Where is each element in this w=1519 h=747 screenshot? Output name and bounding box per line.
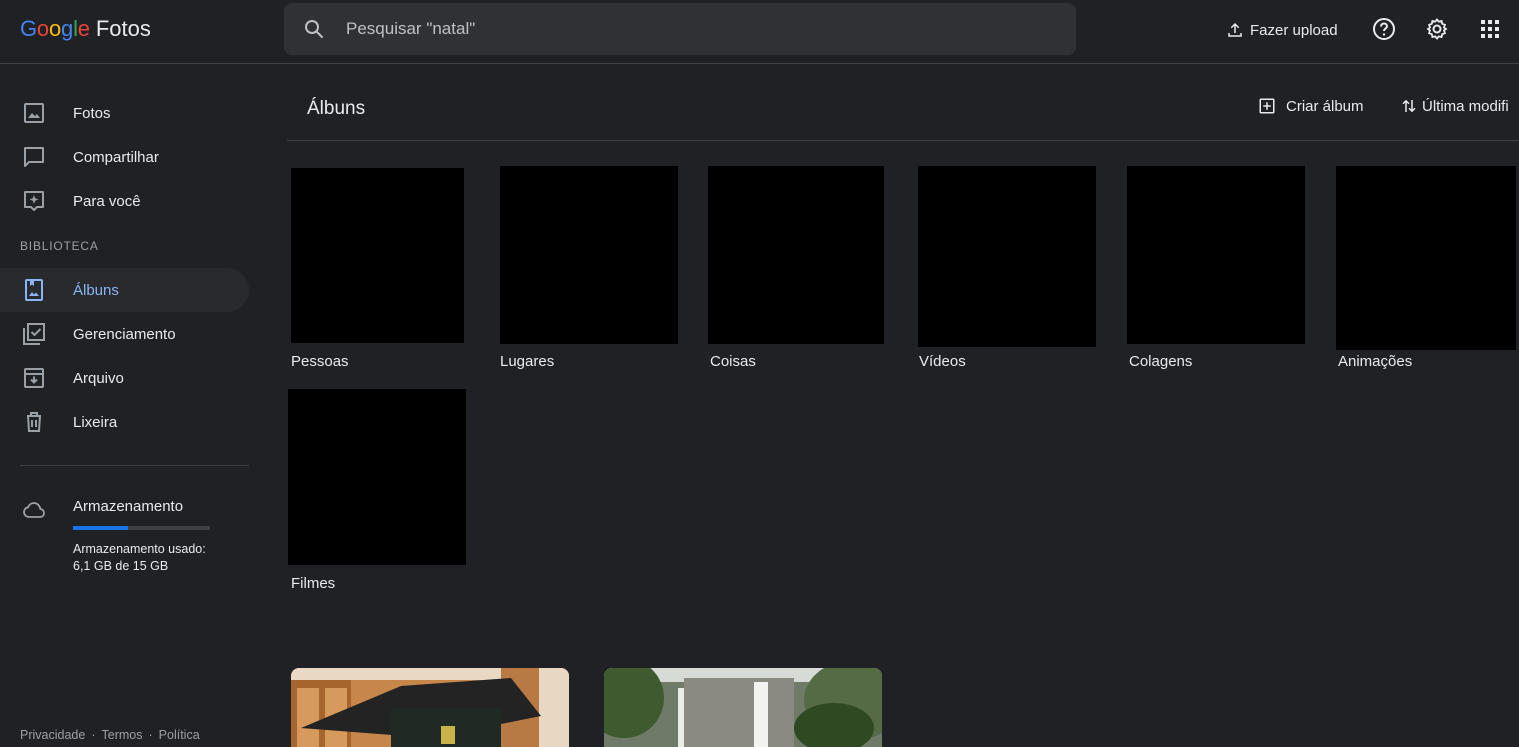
sidebar-item-label: Para você <box>73 192 141 210</box>
upload-button[interactable]: Fazer upload <box>1226 18 1338 42</box>
trash-icon <box>27 412 41 432</box>
cloud-icon <box>23 502 45 518</box>
footer-separator: · <box>148 728 153 742</box>
help-icon[interactable] <box>1372 17 1396 41</box>
photo-icon <box>24 103 44 123</box>
sidebar-item-lixeira[interactable]: Lixeira <box>0 400 249 444</box>
sidebar-item-label: Álbuns <box>73 281 119 299</box>
album-thumbnail <box>500 166 678 344</box>
apps-grid-icon[interactable] <box>1478 17 1502 41</box>
sidebar-footer: Privacidade · Termos · Política <box>20 728 200 742</box>
album-category-label: Animações <box>1338 353 1413 370</box>
album-thumbnail <box>1127 166 1305 344</box>
album-thumbnail <box>1336 166 1516 350</box>
top-bar: Google Fotos Pesquisar "natal" Fazer upl… <box>0 0 1519 64</box>
sidebar-item-label: Gerenciamento <box>73 325 176 343</box>
storage-progress-bar <box>73 526 210 530</box>
sidebar-divider <box>20 465 249 466</box>
album-thumbnail <box>708 166 884 344</box>
album-category-label: Vídeos <box>919 353 966 370</box>
footer-separator: · <box>91 728 96 742</box>
sidebar-item-label: Lixeira <box>73 413 118 431</box>
album-cover-image <box>291 668 569 747</box>
sidebar-item-label: Arquivo <box>73 369 124 387</box>
sidebar-item-fotos[interactable]: Fotos <box>0 91 249 135</box>
upload-icon <box>1228 22 1242 37</box>
sidebar-item-label: Fotos <box>73 104 111 122</box>
album-category-label: Pessoas <box>291 353 349 370</box>
upload-label: Fazer upload <box>1250 21 1338 39</box>
settings-gear-icon[interactable] <box>1425 17 1449 41</box>
sort-arrows-icon <box>1402 99 1416 113</box>
album-category-label: Lugares <box>500 353 555 370</box>
privacy-link[interactable]: Privacidade <box>20 728 85 742</box>
album-thumbnail <box>291 168 464 343</box>
search-input[interactable]: Pesquisar "natal" <box>346 19 475 39</box>
product-name: Fotos <box>95 16 151 41</box>
add-box-icon <box>1259 98 1275 114</box>
storage-title[interactable]: Armazenamento <box>73 498 183 515</box>
title-divider <box>287 140 1519 141</box>
sidebar-item-arquivo[interactable]: Arquivo <box>0 356 249 400</box>
for-you-icon <box>24 191 44 211</box>
sort-button[interactable]: Última modifi <box>1400 97 1509 115</box>
album-category-label: Coisas <box>710 353 756 370</box>
album-thumbnail <box>288 389 466 565</box>
sidebar-item-compartilhar[interactable]: Compartilhar <box>0 135 249 179</box>
search-icon <box>305 20 323 38</box>
create-album-button[interactable]: Criar álbum <box>1258 97 1364 115</box>
album-cover-photo[interactable] <box>291 668 569 747</box>
share-chat-icon <box>24 147 44 167</box>
google-photos-logo[interactable]: Google Fotos <box>20 16 151 44</box>
sort-label: Última modifi <box>1422 97 1509 115</box>
sidebar-item-albuns[interactable]: Álbuns <box>0 268 249 312</box>
albums-icon <box>25 279 43 301</box>
google-wordmark: Google <box>20 16 90 41</box>
album-thumbnail <box>918 166 1096 347</box>
album-cover-photo[interactable] <box>604 668 882 747</box>
manage-icon <box>23 323 45 345</box>
album-category-label: Colagens <box>1129 353 1193 370</box>
sidebar-item-label: Compartilhar <box>73 148 159 166</box>
storage-progress-fill <box>73 526 128 530</box>
page-title: Álbuns <box>307 98 366 119</box>
terms-link[interactable]: Termos <box>102 728 143 742</box>
library-section-title: BIBLIOTECA <box>20 239 99 253</box>
album-category-label: Filmes <box>291 575 336 592</box>
archive-icon <box>24 368 44 388</box>
sidebar-item-gerenciamento[interactable]: Gerenciamento <box>0 312 249 356</box>
policy-link[interactable]: Política <box>159 728 200 742</box>
album-cover-image <box>604 668 882 747</box>
create-album-label: Criar álbum <box>1286 97 1364 115</box>
storage-usage-text: Armazenamento usado: 6,1 GB de 15 GB <box>73 542 206 573</box>
sidebar-item-para-voce[interactable]: Para você <box>0 179 249 223</box>
search-bar[interactable]: Pesquisar "natal" <box>284 3 1076 55</box>
